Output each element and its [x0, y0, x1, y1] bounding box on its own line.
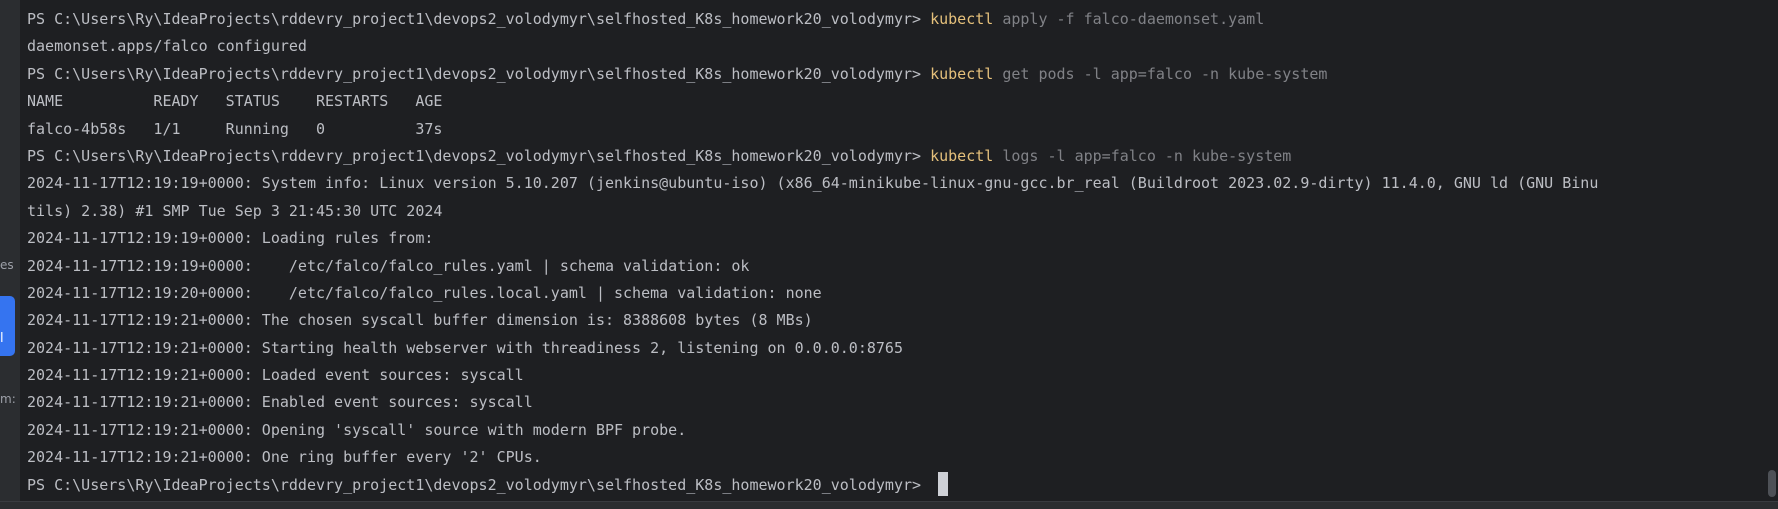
- scrollbar-thumb[interactable]: [1768, 470, 1776, 497]
- terminal-command-line: PS C:\Users\Ry\IdeaProjects\rddevry_proj…: [27, 61, 1598, 88]
- command-arguments: logs -l app=falco -n kube-system: [993, 146, 1292, 165]
- command-name: kubectl: [930, 146, 994, 165]
- terminal-lines: PS C:\Users\Ry\IdeaProjects\rddevry_proj…: [27, 6, 1598, 499]
- terminal-output-line: NAME READY STATUS RESTARTS AGE: [27, 92, 443, 111]
- terminal-scrollbar[interactable]: [1756, 0, 1778, 500]
- tool-window-sidebar: es al m:: [0, 0, 20, 509]
- terminal-current-prompt: PS C:\Users\Ry\IdeaProjects\rddevry_proj…: [27, 471, 1598, 499]
- terminal-output-line: 2024-11-17T12:19:21+0000: Enabled event …: [27, 393, 533, 412]
- shell-prompt: PS C:\Users\Ry\IdeaProjects\rddevry_proj…: [27, 475, 931, 494]
- shell-prompt: PS C:\Users\Ry\IdeaProjects\rddevry_proj…: [27, 146, 931, 165]
- command-name: kubectl: [930, 10, 994, 28]
- terminal-output-line: 2024-11-17T12:19:21+0000: One ring buffe…: [27, 448, 542, 467]
- shell-prompt: PS C:\Users\Ry\IdeaProjects\rddevry_proj…: [27, 10, 931, 28]
- sidebar-item-fragment[interactable]: es: [0, 258, 14, 272]
- status-bar: [0, 501, 1778, 509]
- terminal-output-line: 2024-11-17T12:19:21+0000: Starting healt…: [27, 338, 903, 357]
- sidebar-item-terminal-active[interactable]: al: [0, 296, 15, 356]
- command-arguments: apply -f falco-daemonset.yaml: [993, 10, 1265, 28]
- terminal-output-line: falco-4b58s 1/1 Running 0 37s: [27, 119, 443, 138]
- sidebar-item-fragment: al: [0, 331, 4, 346]
- terminal-window: es al m: PS C:\Users\Ry\IdeaProjects\rdd…: [0, 0, 1778, 509]
- shell-prompt: PS C:\Users\Ry\IdeaProjects\rddevry_proj…: [27, 64, 931, 83]
- terminal-output-line: 2024-11-17T12:19:21+0000: Opening 'sysca…: [27, 420, 687, 439]
- terminal-output-line: 2024-11-17T12:19:19+0000: System info: L…: [27, 174, 1599, 193]
- command-arguments: get pods -l app=falco -n kube-system: [993, 64, 1328, 83]
- text-cursor[interactable]: [938, 471, 949, 496]
- command-name: kubectl: [930, 64, 994, 83]
- terminal-output-line: 2024-11-17T12:19:21+0000: The chosen sys…: [27, 311, 813, 330]
- terminal-output-line: 2024-11-17T12:19:20+0000: /etc/falco/fal…: [27, 283, 822, 302]
- terminal-command-line: PS C:\Users\Ry\IdeaProjects\rddevry_proj…: [27, 6, 1598, 33]
- terminal-output-line: daemonset.apps/falco configured: [27, 37, 307, 56]
- terminal-output[interactable]: PS C:\Users\Ry\IdeaProjects\rddevry_proj…: [27, 0, 1756, 500]
- terminal-output-line: 2024-11-17T12:19:19+0000: Loading rules …: [27, 229, 434, 248]
- terminal-output-line: 2024-11-17T12:19:21+0000: Loaded event s…: [27, 366, 524, 385]
- terminal-command-line: PS C:\Users\Ry\IdeaProjects\rddevry_proj…: [27, 143, 1598, 170]
- terminal-output-line: 2024-11-17T12:19:19+0000: /etc/falco/fal…: [27, 256, 750, 275]
- terminal-output-line: tils) 2.38) #1 SMP Tue Sep 3 21:45:30 UT…: [27, 201, 443, 220]
- sidebar-item-fragment[interactable]: m:: [0, 392, 16, 406]
